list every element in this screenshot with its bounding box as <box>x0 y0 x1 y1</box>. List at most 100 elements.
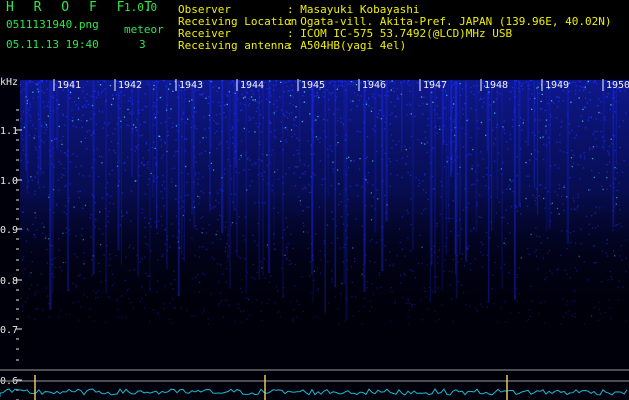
noise-speck <box>197 195 199 198</box>
noise-speck <box>323 96 325 98</box>
streak <box>227 81 229 263</box>
noise-speck <box>583 261 585 263</box>
noise-speck <box>75 235 77 237</box>
noise-speck <box>250 118 252 120</box>
noise-speck <box>141 208 143 210</box>
noise-speck <box>293 124 295 126</box>
noise-speck <box>101 111 104 113</box>
noise-speck <box>241 109 243 111</box>
noise-speck <box>254 163 256 165</box>
noise-speck <box>80 165 82 167</box>
noise-speck <box>210 293 212 295</box>
noise-speck <box>64 185 66 188</box>
noise-speck <box>215 85 217 87</box>
noise-speck <box>340 117 342 119</box>
noise-speck <box>34 294 36 296</box>
noise-speck <box>78 173 80 175</box>
noise-speck <box>462 253 464 255</box>
noise-speck <box>293 154 295 156</box>
noise-speck <box>473 183 475 185</box>
noise-speck <box>264 81 266 84</box>
noise-speck <box>605 252 607 254</box>
noise-speck <box>219 302 221 305</box>
noise-speck <box>571 165 573 168</box>
noise-speck <box>133 268 135 271</box>
noise-speck <box>584 88 586 90</box>
noise-speck <box>323 91 325 93</box>
noise-speck <box>566 247 568 250</box>
noise-speck <box>295 125 297 127</box>
noise-speck <box>224 246 227 249</box>
noise-speck <box>545 276 547 279</box>
noise-speck <box>199 197 201 199</box>
noise-speck <box>276 169 279 171</box>
noise-speck <box>99 211 101 213</box>
noise-speck <box>424 137 427 139</box>
noise-speck <box>54 257 56 260</box>
noise-speck <box>29 103 32 105</box>
noise-speck <box>185 138 187 140</box>
noise-speck <box>412 270 414 272</box>
streak <box>177 81 180 296</box>
noise-speck <box>600 130 602 133</box>
noise-speck <box>592 133 594 135</box>
noise-speck <box>75 104 77 106</box>
noise-speck <box>422 113 424 115</box>
noise-speck <box>115 94 118 96</box>
noise-speck <box>99 271 101 273</box>
noise-speck <box>318 206 321 208</box>
noise-speck <box>290 129 293 131</box>
noise-speck <box>542 80 544 83</box>
noise-speck <box>408 309 410 311</box>
noise-speck <box>486 254 488 256</box>
noise-speck <box>577 164 579 166</box>
noise-speck <box>200 217 202 219</box>
noise-speck <box>296 316 298 318</box>
noise-speck <box>41 81 43 83</box>
noise-speck <box>341 80 343 82</box>
noise-speck <box>29 134 31 136</box>
noise-speck <box>366 287 368 289</box>
streak <box>183 81 186 262</box>
noise-speck <box>314 95 316 97</box>
noise-speck <box>302 231 305 233</box>
noise-speck <box>600 112 602 114</box>
streak <box>602 81 605 151</box>
noise-speck <box>218 87 220 89</box>
noise-speck <box>198 203 200 205</box>
noise-speck <box>357 195 359 197</box>
noise-speck <box>309 113 311 115</box>
noise-speck <box>486 306 488 308</box>
noise-speck <box>411 306 413 308</box>
noise-speck <box>394 115 397 117</box>
noise-speck <box>94 226 96 228</box>
noise-speck <box>54 83 57 86</box>
noise-speck <box>175 198 177 200</box>
noise-speck <box>407 82 409 85</box>
noise-speck <box>194 315 196 317</box>
noise-speck <box>161 224 163 227</box>
noise-speck <box>500 306 502 309</box>
noise-speck <box>616 197 618 199</box>
noise-speck <box>266 88 268 90</box>
noise-speck <box>155 291 158 293</box>
noise-speck <box>420 96 423 98</box>
noise-speck <box>110 195 112 197</box>
noise-speck <box>530 153 533 155</box>
noise-speck <box>169 318 171 321</box>
noise-speck <box>29 114 31 116</box>
noise-speck <box>562 298 564 300</box>
noise-speck <box>422 180 424 182</box>
noise-speck <box>570 82 572 84</box>
noise-speck <box>162 308 165 310</box>
noise-speck <box>293 317 295 319</box>
noise-speck <box>22 256 25 258</box>
noise-speck <box>511 205 513 208</box>
noise-speck <box>214 206 216 208</box>
noise-speck <box>175 125 178 127</box>
noise-speck <box>135 180 137 182</box>
noise-speck <box>591 148 593 150</box>
noise-speck <box>375 242 377 244</box>
noise-speck <box>168 117 171 119</box>
noise-speck <box>618 280 620 282</box>
